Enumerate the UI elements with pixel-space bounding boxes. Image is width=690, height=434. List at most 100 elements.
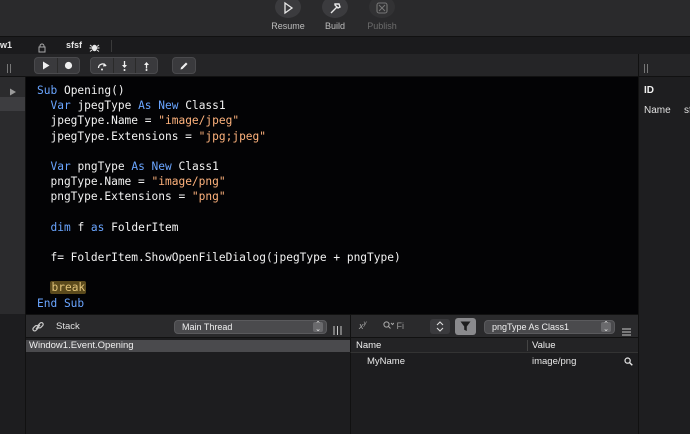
code-line[interactable] <box>37 144 401 159</box>
step-into-button[interactable] <box>113 58 135 73</box>
find-placeholder: Fi <box>396 321 405 331</box>
code-line[interactable]: End Sub <box>37 296 401 311</box>
code-token: f <box>70 220 91 234</box>
build-button[interactable]: Build <box>313 0 357 36</box>
code-keyword: As New <box>131 159 172 173</box>
build-label: Build <box>324 21 345 31</box>
code-line[interactable]: f= FolderItem.ShowOpenFileDialog(jpegTyp… <box>37 250 401 265</box>
code-token: FolderItem <box>104 220 179 234</box>
code-token: Class1 <box>171 159 219 173</box>
publish-icon <box>369 0 395 18</box>
edit-code-button[interactable] <box>173 58 195 73</box>
navigator-gutter <box>0 77 26 314</box>
find-stepper[interactable] <box>430 319 450 334</box>
tab-window1[interactable]: w1 <box>0 37 12 55</box>
pencil-icon <box>180 62 188 70</box>
inspector-toolbar <box>638 54 690 77</box>
code-token: pngType.Name = <box>37 175 152 189</box>
play-small-icon <box>43 61 50 70</box>
code-token: jpegType.Extensions = <box>37 129 199 143</box>
edit-controls <box>172 57 196 74</box>
code-line[interactable]: dim f as FolderItem <box>37 220 401 235</box>
code-token: jpegType <box>70 99 139 113</box>
code-token: Opening() <box>57 84 125 97</box>
inspect-magnifier-icon[interactable] <box>624 357 633 370</box>
navigator-selection[interactable] <box>0 97 25 111</box>
stop-circle-icon <box>64 61 73 70</box>
code-string: "jpg;jpeg" <box>198 129 267 143</box>
variable-name: MyName <box>367 356 406 367</box>
stack-frame-label: Window1.Event.Opening <box>29 340 134 351</box>
popup-chevron-icon: ⌃ ⌄ <box>601 321 611 333</box>
publish-button[interactable]: Publish <box>360 0 404 36</box>
filter-button[interactable] <box>455 318 476 335</box>
code-line[interactable]: break <box>37 280 401 295</box>
code-keyword: End Sub <box>37 296 85 310</box>
main-toolbar: Resume Build Publish <box>0 0 690 36</box>
tab-sfsf-label: sfsf <box>66 40 83 50</box>
code-keyword: Var <box>50 99 71 113</box>
tab-sfsf[interactable]: sfsf <box>66 37 82 55</box>
code-line[interactable]: Var pngType As New Class1 <box>37 159 401 174</box>
column-divider[interactable] <box>527 340 528 351</box>
code-line[interactable] <box>37 235 401 250</box>
code-string: "image/jpeg" <box>158 114 240 128</box>
play-icon <box>275 0 301 18</box>
value-column-header[interactable]: Value <box>532 338 556 353</box>
ide-window: Resume Build Publish w1 sfsf Sub Opening… <box>0 0 690 434</box>
stack-frame-row[interactable]: Window1.Event.Opening <box>26 340 350 352</box>
resume-debug-button[interactable] <box>35 58 57 73</box>
code-line[interactable]: jpegType.Name = "image/jpeg" <box>37 113 401 128</box>
code-text[interactable]: Sub Opening() Var jpegType As New Class1… <box>37 83 401 311</box>
stack-title: Stack <box>56 321 80 332</box>
step-into-icon <box>122 61 127 71</box>
tab-bar: w1 sfsf <box>0 36 690 54</box>
inspector-id-label: ID <box>644 85 654 96</box>
code-line[interactable]: pngType.Extensions = "png" <box>37 189 401 204</box>
variables-column-header: Name Value <box>350 338 638 353</box>
code-token: f= FolderItem.ShowOpenFileDialog(jpegTyp… <box>37 251 401 265</box>
xy-icon[interactable]: xy <box>359 321 367 331</box>
code-line[interactable]: Var jpegType As New Class1 <box>37 98 401 113</box>
stepper-chevron-icon <box>436 321 444 332</box>
variables-list: MyName image/png <box>350 353 638 434</box>
step-over-button[interactable] <box>91 58 113 73</box>
tab-separator <box>111 40 112 52</box>
link-icon[interactable] <box>31 320 45 339</box>
step-controls <box>90 57 158 74</box>
tab-window1-label: w1 <box>0 40 13 50</box>
code-line[interactable]: jpegType.Extensions = "jpg;jpeg" <box>37 129 401 144</box>
code-line[interactable] <box>37 265 401 280</box>
step-over-icon <box>97 63 107 71</box>
resume-button[interactable]: Resume <box>266 0 310 36</box>
variables-header: xy Fi pngType As Class1 ⌃ ⌄ <box>350 314 638 338</box>
inspector-name-value[interactable]: sf <box>684 105 690 116</box>
stop-debug-button[interactable] <box>57 58 79 73</box>
code-break-keyword: break <box>50 281 87 295</box>
variable-value: image/png <box>532 356 577 367</box>
variable-row[interactable]: MyName image/png <box>351 355 639 368</box>
code-line[interactable] <box>37 205 401 220</box>
code-line[interactable]: pngType.Name = "image/png" <box>37 174 401 189</box>
scope-popup[interactable]: pngType As Class1 ⌃ ⌄ <box>484 320 615 334</box>
code-keyword: As New <box>138 99 179 113</box>
inspector-name-label: Name <box>644 105 671 116</box>
name-column-header[interactable]: Name <box>356 338 381 353</box>
variable-find-field[interactable]: Fi <box>383 321 404 331</box>
code-token: jpegType.Name = <box>37 114 159 128</box>
thread-popup[interactable]: Main Thread ⌃ ⌄ <box>174 320 327 334</box>
code-line[interactable]: Sub Opening() <box>37 83 401 98</box>
run-controls <box>34 57 80 74</box>
publish-label: Publish <box>367 21 397 31</box>
code-token: Class1 <box>178 99 226 113</box>
grip-handle-icon[interactable] <box>7 60 15 73</box>
grip-handle-icon[interactable] <box>644 60 652 73</box>
inspector-panel: ID Name sf <box>638 77 690 434</box>
bottom-left-gutter <box>0 314 26 434</box>
thread-popup-label: Main Thread <box>182 322 233 332</box>
step-out-button[interactable] <box>135 58 157 73</box>
filter-funnel-icon <box>460 321 471 331</box>
code-editor[interactable]: Sub Opening() Var jpegType As New Class1… <box>26 77 638 314</box>
